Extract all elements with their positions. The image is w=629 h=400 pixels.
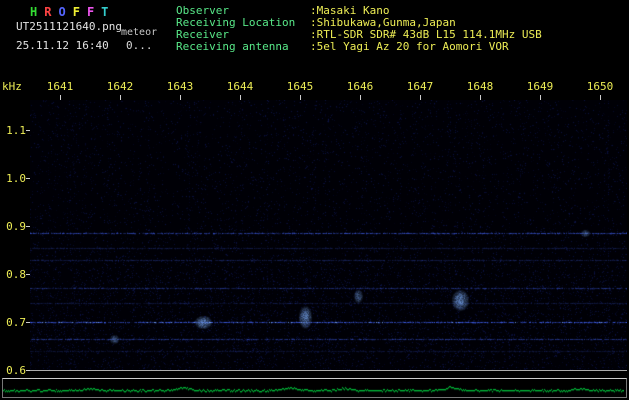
x-axis-tick-label: 1642	[106, 80, 134, 93]
x-axis-tick-label: 1641	[46, 80, 74, 93]
mode-label: meteor	[121, 27, 158, 38]
info-value: :5el Yagi Az 20 for Aomori VOR	[310, 40, 509, 53]
y-axis-tick-label: 1.1	[6, 124, 26, 137]
x-axis-tick-label: 1646	[346, 80, 374, 93]
output-filename: UT2511121640.png	[16, 20, 122, 33]
status-counter: 0...	[126, 39, 153, 52]
y-axis-tick-label: 0.7	[6, 316, 26, 329]
app-title-letter: F	[86, 5, 102, 19]
x-axis-tick-label: 1644	[226, 80, 254, 93]
info-row-antenna: Receiving antenna :5el Yagi Az 20 for Ao…	[176, 41, 542, 53]
y-axis-tick-label: 0.6	[6, 364, 26, 377]
y-axis-tick-label: 1.0	[6, 172, 26, 185]
y-axis-tick-label: 0.9	[6, 220, 26, 233]
y-axis-unit: kHz	[2, 80, 22, 93]
x-axis-tick-label: 1649	[526, 80, 554, 93]
app-title-letter: O	[58, 5, 73, 19]
signal-level-strip	[2, 378, 627, 398]
x-axis-tick-label: 1645	[286, 80, 314, 93]
app-title-letter: H	[30, 5, 45, 19]
info-label: Receiving antenna	[176, 40, 289, 53]
level-canvas	[3, 379, 624, 395]
hrofft-app-window: HROFFT UT2511121640.png meteor 25.11.12 …	[0, 0, 629, 400]
x-axis-tick-label: 1650	[586, 80, 614, 93]
spectrogram-plot	[30, 100, 627, 371]
app-title: HROFFT	[30, 5, 115, 19]
x-axis-tick-label: 1648	[466, 80, 494, 93]
spectrogram-canvas	[30, 100, 627, 370]
app-title-letter: R	[44, 5, 59, 19]
app-title-letter: F	[72, 5, 87, 19]
datetime-label: 25.11.12 16:40	[16, 39, 109, 52]
x-axis-tick-label: 1647	[406, 80, 434, 93]
app-title-letter: T	[101, 5, 116, 19]
station-info: Observer :Masaki Kano Receiving Location…	[176, 5, 542, 53]
x-axis-tick-label: 1643	[166, 80, 194, 93]
y-axis-tick-label: 0.8	[6, 268, 26, 281]
